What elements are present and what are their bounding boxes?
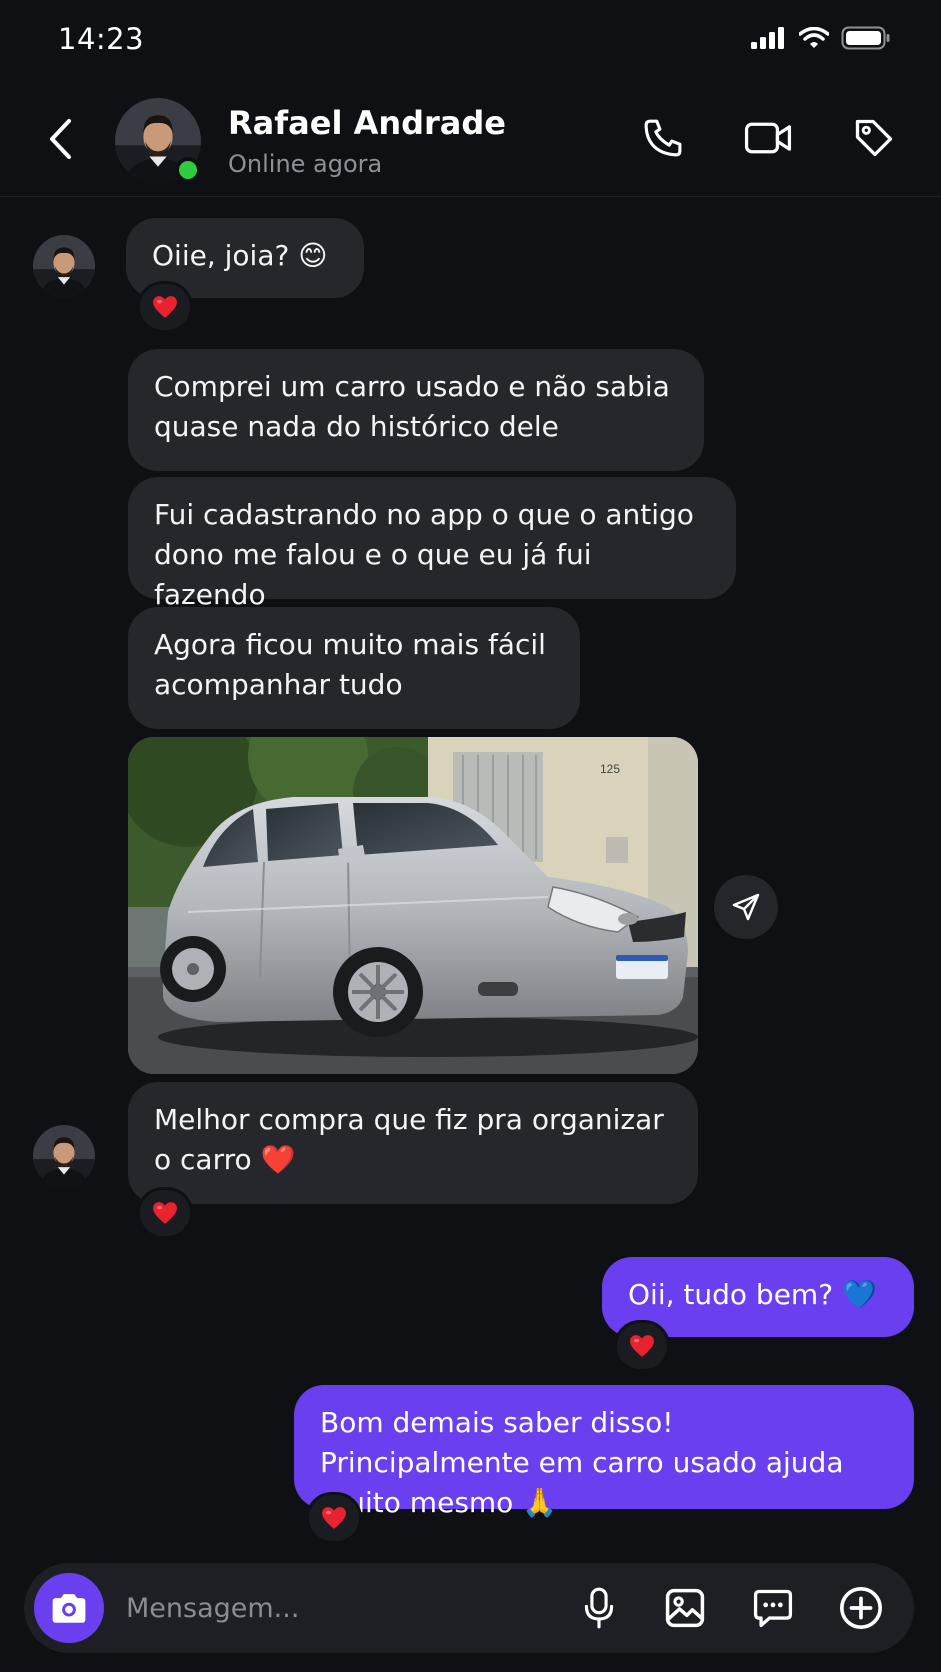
house-number: 125: [600, 762, 620, 776]
back-button[interactable]: [40, 114, 80, 164]
heart-icon: [629, 1334, 655, 1358]
battery-icon: [841, 26, 890, 50]
message-text: Oiie, joia? 😊: [152, 239, 328, 272]
message-text: Comprei um carro usado e não sabia quase…: [154, 370, 670, 443]
contact-status: Online agora: [228, 150, 383, 178]
gallery-button[interactable]: [660, 1583, 710, 1633]
reaction-badge[interactable]: [137, 281, 193, 333]
message-text: Agora ficou muito mais fácil acompanhar …: [154, 628, 546, 701]
phone-icon: [644, 119, 682, 157]
sticker-icon: [753, 1589, 793, 1628]
status-time: 14:23: [58, 22, 145, 56]
status-bar: 14:23: [0, 0, 941, 82]
voice-button[interactable]: [574, 1583, 624, 1633]
heart-icon: [152, 295, 178, 319]
video-icon: [744, 122, 792, 154]
gallery-icon: [665, 1588, 705, 1628]
microphone-icon: [584, 1587, 614, 1629]
more-options-button[interactable]: [836, 1583, 886, 1633]
message-text: Melhor compra que fiz pra organizar o ca…: [154, 1103, 664, 1176]
sender-avatar[interactable]: [33, 1125, 95, 1187]
message-text: Bom demais saber disso! Principalmente e…: [320, 1406, 844, 1519]
back-icon: [50, 119, 71, 159]
share-photo-button[interactable]: [714, 875, 778, 939]
reaction-badge[interactable]: [614, 1320, 670, 1372]
heart-icon: [152, 1201, 178, 1225]
heart-icon: [321, 1506, 347, 1530]
message-bubble-incoming[interactable]: Fui cadastrando no app o que o antigo do…: [128, 477, 736, 611]
camera-button[interactable]: [34, 1573, 104, 1643]
sender-avatar[interactable]: [33, 235, 95, 297]
online-indicator: [175, 157, 201, 183]
plus-icon: [840, 1587, 882, 1629]
tag-button[interactable]: [848, 112, 900, 164]
signal-icon: [751, 27, 784, 49]
call-button[interactable]: [637, 112, 689, 164]
send-icon: [732, 893, 760, 921]
tag-icon: [855, 119, 893, 157]
message-bubble-incoming[interactable]: Comprei um carro usado e não sabia quase…: [128, 349, 704, 471]
chat-header: Rafael Andrade Online agora: [0, 82, 941, 197]
contact-name[interactable]: Rafael Andrade: [228, 104, 506, 142]
message-input[interactable]: [126, 1583, 426, 1633]
reaction-badge[interactable]: [137, 1187, 193, 1239]
message-composer: [24, 1563, 914, 1653]
message-text: Fui cadastrando no app o que o antigo do…: [154, 498, 694, 611]
message-text: Oii, tudo bem? 💙: [628, 1278, 877, 1311]
reaction-badge[interactable]: [306, 1492, 362, 1544]
message-bubble-outgoing[interactable]: Bom demais saber disso! Principalmente e…: [294, 1385, 914, 1519]
wifi-icon: [799, 27, 829, 48]
message-photo[interactable]: 125: [128, 737, 698, 1074]
car-photo: 125: [128, 737, 698, 1074]
message-bubble-incoming[interactable]: Melhor compra que fiz pra organizar o ca…: [128, 1082, 698, 1204]
status-icons: [751, 26, 891, 50]
camera-icon: [52, 1594, 86, 1623]
message-bubble-incoming[interactable]: Agora ficou muito mais fácil acompanhar …: [128, 607, 580, 729]
video-call-button[interactable]: [742, 112, 794, 164]
sticker-button[interactable]: [748, 1583, 798, 1633]
